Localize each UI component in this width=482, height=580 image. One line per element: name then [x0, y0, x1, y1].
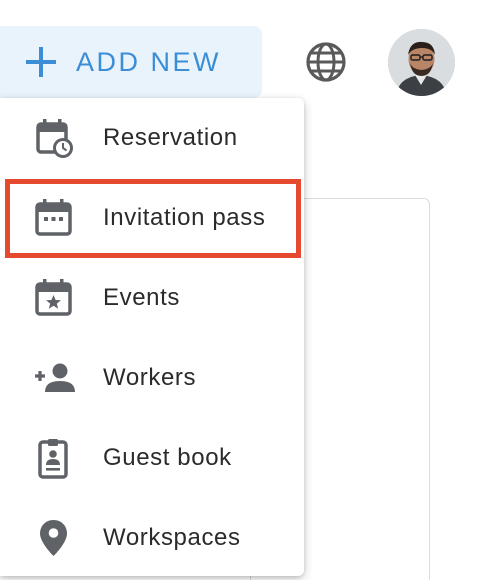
add-new-button[interactable]: ADD NEW: [0, 26, 262, 98]
user-avatar-image: [388, 29, 455, 96]
menu-item-workers[interactable]: Workers: [0, 338, 304, 418]
add-new-dropdown-menu: Reservation Invitation pass Events Worke…: [0, 98, 304, 576]
avatar[interactable]: [388, 29, 455, 96]
plus-icon: [26, 47, 56, 77]
menu-item-invitation-pass[interactable]: Invitation pass: [0, 178, 304, 258]
add-new-label: ADD NEW: [76, 46, 221, 77]
menu-item-label: Invitation pass: [103, 204, 266, 231]
location-pin-icon: [32, 516, 76, 560]
menu-item-label: Workers: [103, 364, 197, 391]
menu-item-label: Events: [103, 284, 180, 311]
calendar-star-icon: [32, 276, 76, 320]
menu-item-workspaces[interactable]: Workspaces: [0, 498, 304, 578]
menu-item-label: Reservation: [103, 124, 238, 151]
menu-item-guest-book[interactable]: Guest book: [0, 418, 304, 498]
menu-item-events[interactable]: Events: [0, 258, 304, 338]
badge-id-icon: [32, 436, 76, 480]
add-person-icon: [32, 356, 76, 400]
globe-icon[interactable]: [305, 41, 347, 83]
calendar-dots-icon: [32, 196, 76, 240]
menu-item-label: Workspaces: [103, 524, 241, 551]
menu-item-reservation[interactable]: Reservation: [0, 98, 304, 178]
menu-item-label: Guest book: [103, 444, 232, 471]
calendar-clock-icon: [32, 116, 76, 160]
